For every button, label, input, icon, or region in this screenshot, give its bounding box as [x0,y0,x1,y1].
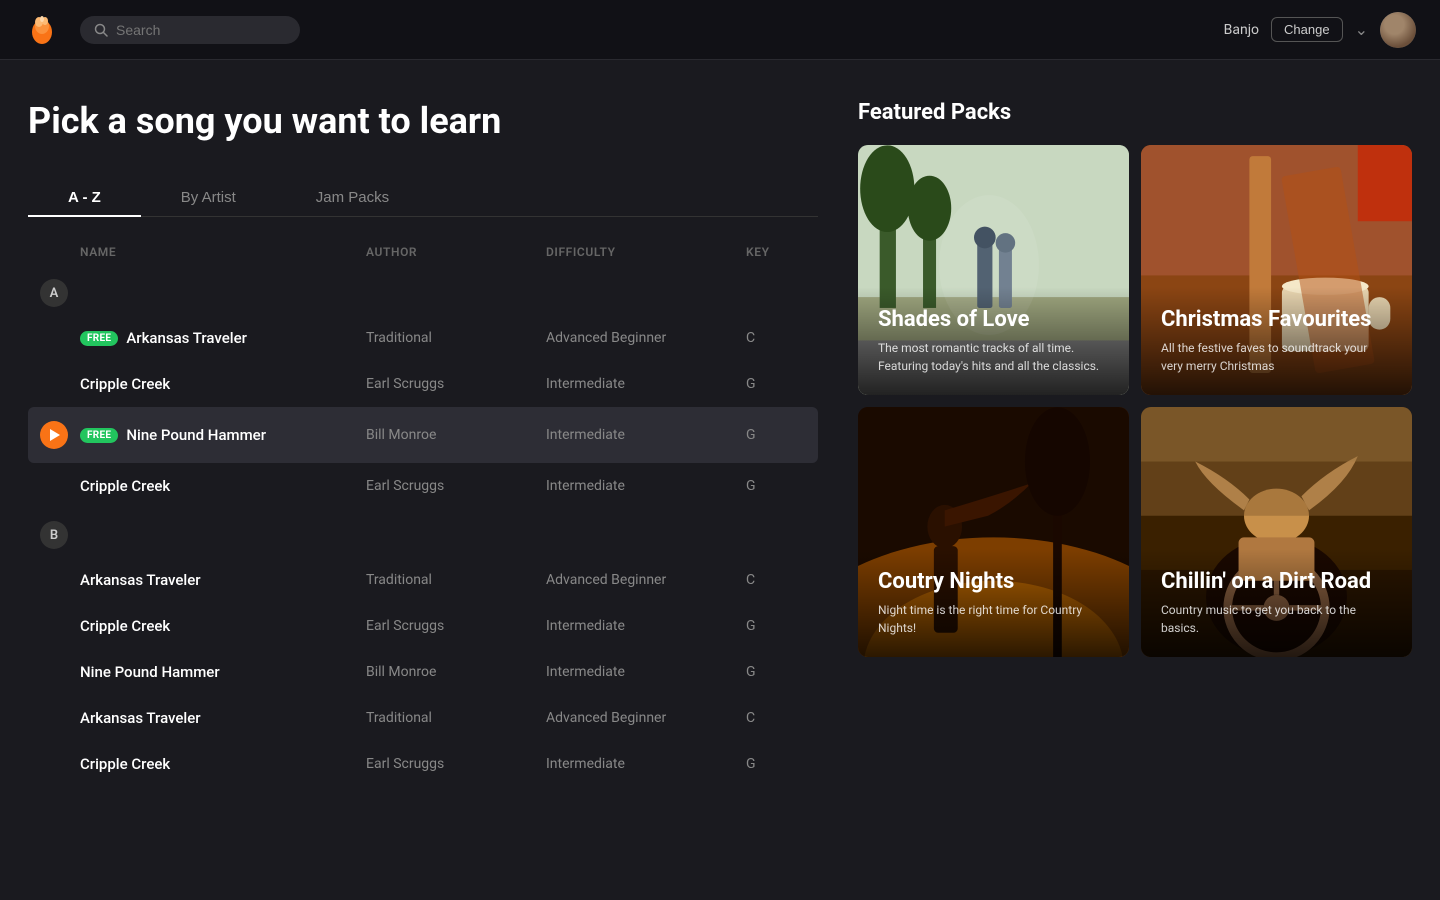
song-name: Nine Pound Hammer [80,663,366,681]
tab-by-artist[interactable]: By Artist [141,179,276,216]
song-difficulty: Advanced Beginner [546,330,746,346]
song-author: Traditional [366,572,546,588]
change-button[interactable]: Change [1271,17,1343,42]
section-a: A [40,279,68,307]
search-bar[interactable] [80,16,300,44]
app-logo[interactable] [24,12,60,48]
tab-jam-packs[interactable]: Jam Packs [276,179,429,216]
table-row[interactable]: Cripple Creek Earl Scruggs Intermediate … [28,463,818,509]
song-name: Cripple Creek [80,755,366,773]
tab-a-z[interactable]: A - Z [28,179,141,216]
col-key-header: KEY [746,245,806,259]
song-difficulty: Intermediate [546,664,746,680]
song-key: C [746,710,806,726]
left-panel: Pick a song you want to learn A - Z By A… [28,100,818,787]
header-left [24,12,300,48]
song-name: Arkansas Traveler [80,709,366,727]
pack-title: Chillin' on a Dirt Road [1161,569,1392,595]
table-row[interactable]: Free Arkansas Traveler Traditional Advan… [28,315,818,361]
pack-description: The most romantic tracks of all time. Fe… [878,339,1109,375]
avatar-image [1380,12,1416,48]
table-header: NAME AUTHOR DIFFICULTY KEY [28,237,818,267]
table-row[interactable]: Free Nine Pound Hammer Bill Monroe Inter… [28,407,818,463]
search-input[interactable] [116,22,286,38]
header: Banjo Change ⌄ [0,0,1440,60]
pack-card-christmas[interactable]: Christmas Favourites All the festive fav… [1141,145,1412,395]
pack-card-chillin-dirt-road[interactable]: Chillin' on a Dirt Road Country music to… [1141,407,1412,657]
song-key: G [746,756,806,772]
song-key: G [746,664,806,680]
song-key: G [746,618,806,634]
song-author: Bill Monroe [366,427,546,443]
play-icon [50,429,60,441]
song-author: Traditional [366,330,546,346]
page-title: Pick a song you want to learn [28,100,818,143]
song-author: Bill Monroe [366,664,546,680]
table-row[interactable]: Cripple Creek Earl Scruggs Intermediate … [28,603,818,649]
pack-overlay: Christmas Favourites All the festive fav… [1141,287,1412,395]
chevron-down-icon[interactable]: ⌄ [1355,20,1368,39]
song-difficulty: Intermediate [546,618,746,634]
free-badge: Free [80,428,118,443]
song-author: Earl Scruggs [366,618,546,634]
col-name-header: NAME [80,245,366,259]
song-name: Cripple Creek [80,617,366,635]
song-name: Cripple Creek [80,477,366,495]
pack-title: Shades of Love [878,307,1109,333]
table-row[interactable]: Cripple Creek Earl Scruggs Intermediate … [28,741,818,787]
table-row[interactable]: Arkansas Traveler Traditional Advanced B… [28,557,818,603]
song-key: G [746,427,806,443]
table-row[interactable]: Arkansas Traveler Traditional Advanced B… [28,695,818,741]
pack-card-shades-of-love[interactable]: Shades of Love The most romantic tracks … [858,145,1129,395]
pack-overlay: Chillin' on a Dirt Road Country music to… [1141,549,1412,657]
main-content: Pick a song you want to learn A - Z By A… [0,60,1440,827]
song-key: C [746,330,806,346]
pack-title: Coutry Nights [878,569,1109,595]
col-difficulty-header: DIFFICULTY [546,245,746,259]
pack-description: Country music to get you back to the bas… [1161,601,1392,637]
song-author: Earl Scruggs [366,478,546,494]
song-key: G [746,478,806,494]
featured-packs-title: Featured Packs [858,100,1412,125]
tabs-nav: A - Z By Artist Jam Packs [28,179,818,217]
song-difficulty: Intermediate [546,478,746,494]
pack-overlay: Coutry Nights Night time is the right ti… [858,549,1129,657]
song-key: C [746,572,806,588]
table-row[interactable]: Nine Pound Hammer Bill Monroe Intermedia… [28,649,818,695]
packs-grid: Shades of Love The most romantic tracks … [858,145,1412,657]
pack-description: Night time is the right time for Country… [878,601,1109,637]
song-author: Earl Scruggs [366,756,546,772]
search-icon [94,23,108,37]
song-difficulty: Advanced Beginner [546,572,746,588]
song-name: Cripple Creek [80,375,366,393]
song-difficulty: Intermediate [546,376,746,392]
song-key: G [746,376,806,392]
song-author: Traditional [366,710,546,726]
section-b: B [40,521,68,549]
col-author-header: AUTHOR [366,245,546,259]
free-badge: Free [80,331,118,346]
play-button[interactable] [40,421,68,449]
song-name: Arkansas Traveler [80,571,366,589]
pack-description: All the festive faves to soundtrack your… [1161,339,1392,375]
pack-title: Christmas Favourites [1161,307,1392,333]
instrument-label: Banjo [1224,22,1259,38]
table-row[interactable]: Cripple Creek Earl Scruggs Intermediate … [28,361,818,407]
col-index [40,245,80,259]
pack-overlay: Shades of Love The most romantic tracks … [858,287,1129,395]
song-author: Earl Scruggs [366,376,546,392]
song-name: Free Arkansas Traveler [80,329,366,347]
header-right: Banjo Change ⌄ [1224,12,1416,48]
pack-card-country-nights[interactable]: Coutry Nights Night time is the right ti… [858,407,1129,657]
right-panel: Featured Packs [858,100,1412,787]
song-difficulty: Advanced Beginner [546,710,746,726]
avatar[interactable] [1380,12,1416,48]
song-difficulty: Intermediate [546,427,746,443]
song-name: Free Nine Pound Hammer [80,426,366,444]
song-difficulty: Intermediate [546,756,746,772]
